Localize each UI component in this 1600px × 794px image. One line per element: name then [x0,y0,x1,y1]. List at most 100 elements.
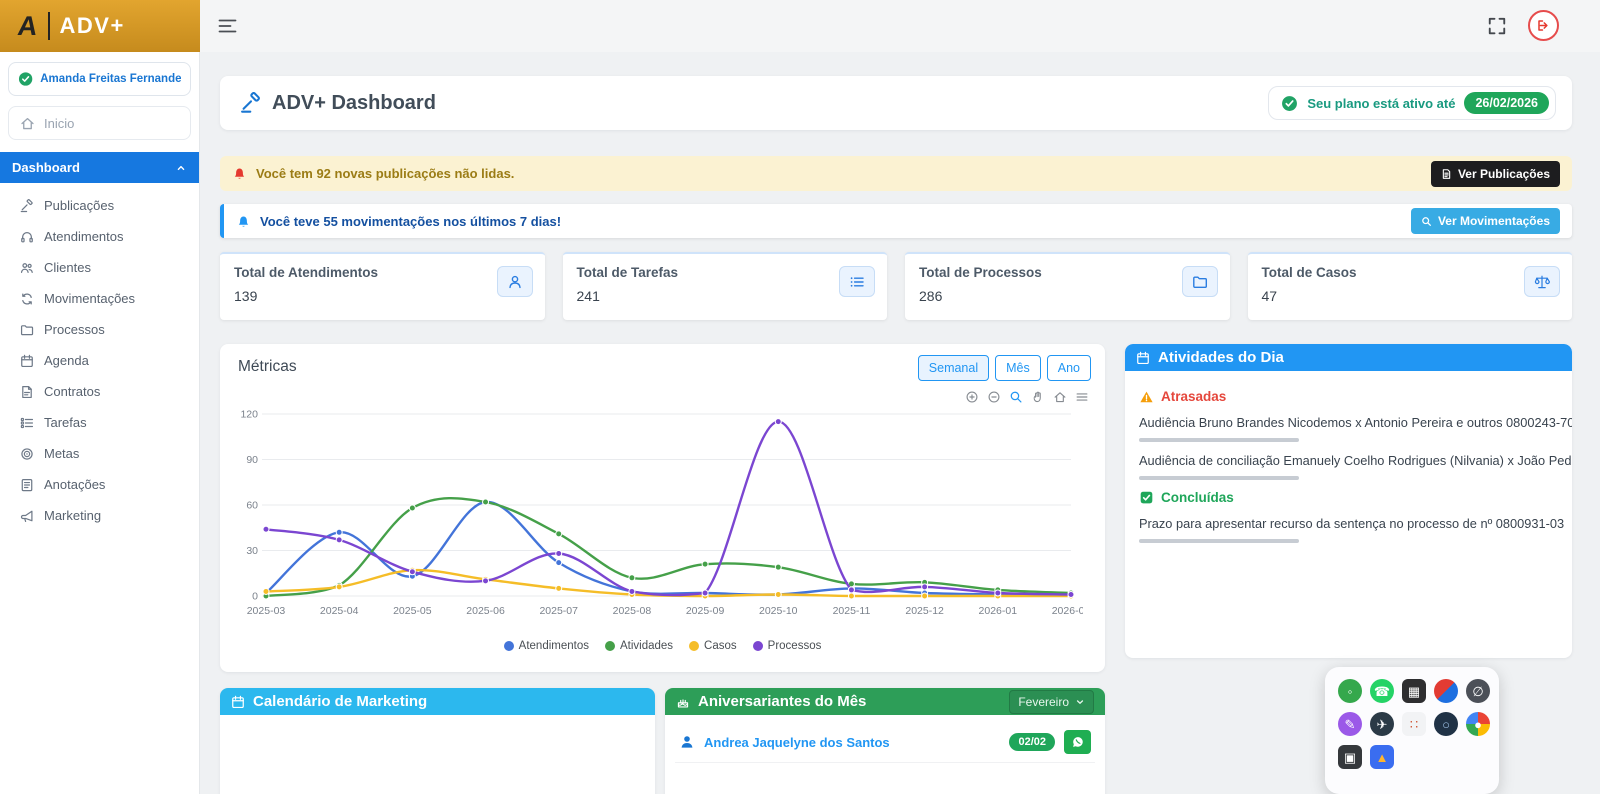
sidebar-item-movimentacoes[interactable]: Movimentações [0,283,199,314]
fullscreen-icon[interactable] [1487,15,1509,37]
sidebar-item-contratos[interactable]: Contratos [0,376,199,407]
folder-icon [20,323,34,337]
stat-card-processos: Total de Processos 286 [905,252,1230,320]
dashboard-title-card: ADV+ Dashboard Seu plano está ativo até … [220,76,1572,130]
hidden-eye-app-icon[interactable]: ∅ [1466,679,1490,703]
sidebar-item-anotacoes[interactable]: Anotações [0,469,199,500]
publications-alert-text: Você tem 92 novas publicações não lidas. [256,166,514,181]
marketing-card-title: Calendário de Marketing [253,693,427,710]
range-ano-button[interactable]: Ano [1047,355,1091,381]
activities-card-header: Atividades do Dia [1125,344,1572,371]
red-blue-logo-app-icon[interactable] [1434,679,1458,703]
chevron-down-icon [1075,697,1085,707]
sidebar-item-tarefas[interactable]: Tarefas [0,407,199,438]
selected-month: Fevereiro [1018,695,1069,709]
chrome-like-app-icon[interactable]: ● [1466,712,1490,736]
sidebar-item-metas[interactable]: Metas [0,438,199,469]
logout-icon[interactable] [1528,10,1559,41]
activity-item[interactable]: Audiência Bruno Brandes Nicodemos x Anto… [1139,415,1572,430]
sidebar-item-processos[interactable]: Processos [0,314,199,345]
activity-item[interactable]: Prazo para apresentar recurso da sentenç… [1139,516,1572,531]
publications-alert: Você tem 92 novas publicações não lidas.… [220,156,1572,191]
stat-value: 47 [1262,288,1559,304]
stat-label: Total de Atendimentos [234,265,531,280]
bell-icon [232,166,247,181]
sidebar-item-agenda[interactable]: Agenda [0,345,199,376]
sidebar: Amanda Freitas Fernandes Inicio Dashboar… [0,52,200,794]
ver-publicacoes-button[interactable]: Ver Publicações [1431,161,1560,187]
button-label: Ver Movimentações [1438,214,1550,228]
page-title: ADV+ Dashboard [272,92,436,115]
warning-icon [1139,390,1154,404]
person-icon [497,266,533,297]
svg-text:2025-10: 2025-10 [759,605,798,617]
legend-label: Atendimentos [519,640,589,652]
dark-grid-app-icon[interactable]: ▣ [1338,745,1362,769]
sidebar-item-label: Tarefas [44,415,87,430]
gavel-icon [240,92,262,114]
svg-text:2025-05: 2025-05 [393,605,432,617]
range-mes-button[interactable]: Mês [995,355,1041,381]
sidebar-toggle-icon[interactable] [218,16,240,36]
activity-progress-bar [1139,438,1299,442]
sidebar-item-inicio[interactable]: Inicio [8,106,191,140]
blue-arrow-app-icon[interactable]: ▲ [1370,745,1394,769]
folder-icon [1182,266,1218,297]
target-icon [20,447,34,461]
birthday-person-link[interactable]: Andrea Jaquelyne dos Santos [704,735,1000,750]
metrics-card: Métricas Semanal Mês Ano 03060901202025-… [220,344,1105,672]
whatsapp-button[interactable] [1064,730,1091,754]
legend-item-processos[interactable]: Processos [753,640,822,652]
app-window: A ADV+ Amanda Freitas Fernandes Inicio D… [0,0,1600,794]
sidebar-dashboard-children: Publicações Atendimentos Clientes Movime… [0,183,199,541]
ver-movimentacoes-button[interactable]: Ver Movimentações [1411,208,1560,234]
birthdays-card: Aniversariantes do Mês Fevereiro Andrea … [665,688,1105,794]
green-ring-app-icon[interactable]: ◦ [1338,679,1362,703]
app-glyph: ◦ [1348,685,1353,698]
legend-item-atividades[interactable]: Atividades [605,640,673,652]
stats-row: Total de Atendimentos 139 Total de Taref… [220,252,1572,320]
legend-item-casos[interactable]: Casos [689,640,737,652]
check-circle-icon [1281,95,1298,112]
activity-item[interactable]: Audiência de conciliação Emanuely Coelho… [1139,453,1572,468]
birthday-date-badge: 02/02 [1009,733,1055,751]
app-glyph: ∷ [1410,718,1418,731]
whatsapp-icon[interactable]: ☎ [1370,679,1394,703]
stat-card-atendimentos: Total de Atendimentos 139 [220,252,545,320]
sidebar-item-marketing[interactable]: Marketing [0,500,199,531]
sidebar-item-label: Inicio [44,116,74,131]
sidebar-item-publicacoes[interactable]: Publicações [0,190,199,221]
calendar-icon [1136,351,1150,365]
keyboard-app-icon[interactable]: ▦ [1402,679,1426,703]
svg-text:2025-08: 2025-08 [613,605,652,617]
legend-item-atendimentos[interactable]: Atendimentos [504,640,589,652]
stat-label: Total de Processos [919,265,1216,280]
metrics-title: Métricas [238,358,297,376]
floating-app-dock: ◦ ☎ ▦ ∅ ✎ ✈ ∷ ○ ● ▣ ▲ [1325,667,1499,794]
sidebar-item-clientes[interactable]: Clientes [0,252,199,283]
stat-value: 241 [577,288,874,304]
line-chart[interactable]: 03060901202025-032025-042025-052025-0620… [230,402,1090,632]
brand-mark: A [16,11,40,42]
check-square-icon [1139,490,1154,505]
brand-logo[interactable]: A ADV+ [0,0,200,52]
sidebar-item-dashboard[interactable]: Dashboard [0,152,199,183]
sidebar-item-label: Anotações [44,477,105,492]
purple-brush-app-icon[interactable]: ✎ [1338,712,1362,736]
late-section-label: Atrasadas [1139,389,1572,404]
app-glyph: ✎ [1345,718,1356,731]
app-glyph: ▣ [1344,751,1356,764]
contract-icon [20,385,34,399]
range-semanal-button[interactable]: Semanal [918,355,989,381]
dice-app-icon[interactable]: ∷ [1402,712,1426,736]
svg-text:2026-01: 2026-01 [979,605,1018,617]
svg-text:90: 90 [246,454,258,466]
sidebar-item-atendimentos[interactable]: Atendimentos [0,221,199,252]
send-app-icon[interactable]: ✈ [1370,712,1394,736]
globe-app-icon[interactable]: ○ [1434,712,1458,736]
user-profile-chip[interactable]: Amanda Freitas Fernandes [8,62,191,96]
svg-text:60: 60 [246,500,258,512]
month-select-dropdown[interactable]: Fevereiro [1009,690,1094,714]
legend-dot [605,641,615,651]
calendar-icon [231,695,245,709]
